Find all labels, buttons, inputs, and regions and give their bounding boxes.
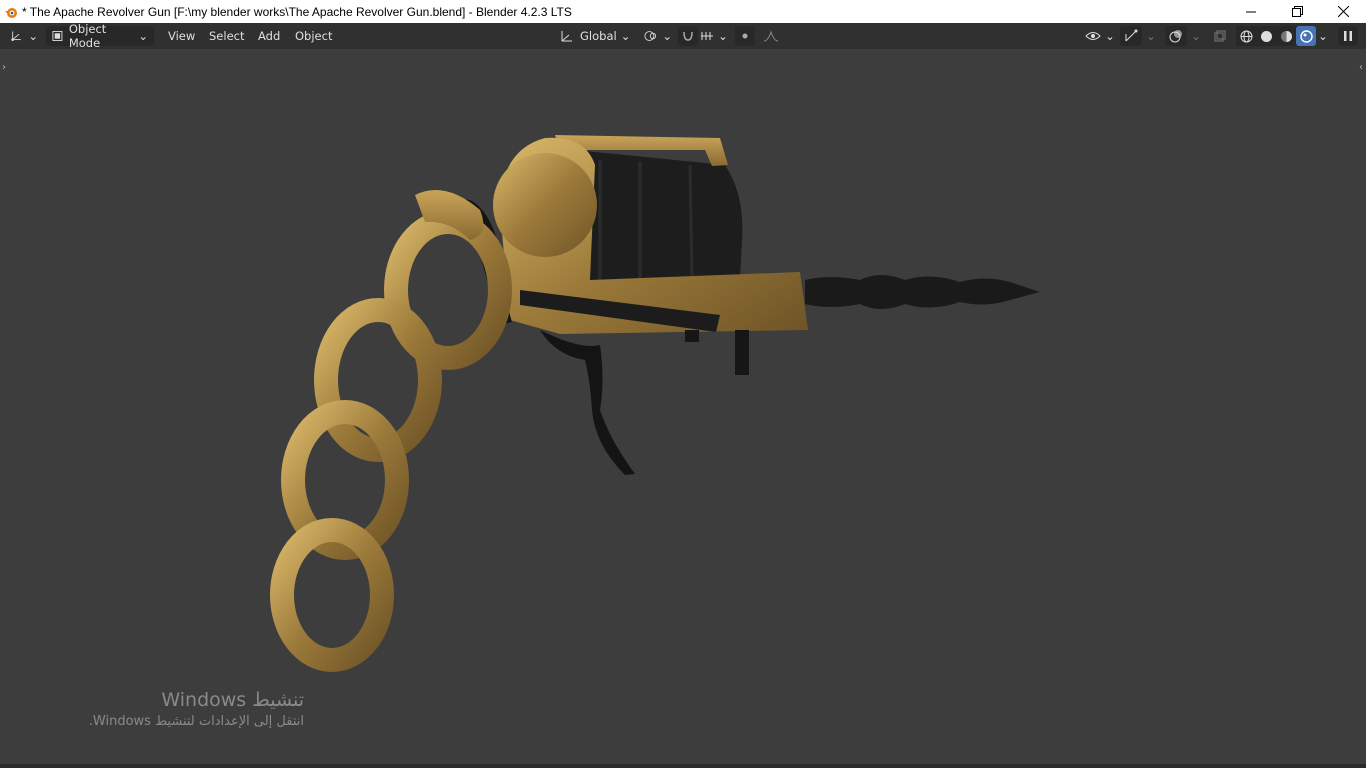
chevron-down-icon: ⌄ bbox=[662, 29, 672, 43]
gizmo-toggle[interactable] bbox=[1120, 26, 1142, 46]
blender-logo-icon bbox=[5, 7, 17, 18]
close-icon bbox=[1337, 6, 1349, 17]
orientation-label: Global bbox=[580, 29, 617, 43]
restore-button[interactable] bbox=[1274, 0, 1320, 23]
revolver-model-render bbox=[270, 135, 1040, 672]
solid-shading-icon bbox=[1260, 30, 1272, 42]
solid-shading-button[interactable] bbox=[1256, 26, 1276, 46]
activation-watermark-title: تنشيط Windows bbox=[161, 689, 304, 711]
activation-watermark-subtitle: انتقل إلى الإعدادات لتنشيط Windows. bbox=[88, 714, 304, 729]
overlay-toggle[interactable] bbox=[1165, 26, 1187, 46]
visibility-dropdown[interactable]: ⌄ bbox=[1085, 26, 1115, 46]
chevron-down-icon: ⌄ bbox=[1191, 29, 1201, 43]
object-mode-icon bbox=[52, 31, 63, 41]
visibility-icon bbox=[1085, 32, 1101, 40]
wireframe-shading-button[interactable] bbox=[1236, 26, 1256, 46]
overlay-icon bbox=[1169, 30, 1182, 43]
overlay-dropdown[interactable]: ⌄ bbox=[1189, 26, 1203, 46]
chevron-down-icon: ⌄ bbox=[1146, 29, 1156, 43]
proportional-editing-toggle[interactable] bbox=[735, 26, 755, 46]
gizmo-icon bbox=[1125, 29, 1138, 42]
viewport-header: ⌄ Object Mode ⌄ View Select Add Object G… bbox=[0, 22, 1366, 50]
gizmo-dropdown[interactable]: ⌄ bbox=[1144, 26, 1158, 46]
rendered-shading-button[interactable] bbox=[1296, 26, 1316, 46]
xray-icon bbox=[1214, 30, 1226, 42]
mode-selector[interactable]: Object Mode ⌄ bbox=[46, 22, 154, 50]
menu-select[interactable]: Select bbox=[202, 26, 251, 46]
pause-icon bbox=[1344, 31, 1352, 41]
rendered-shading-icon bbox=[1299, 29, 1313, 43]
pivot-point-icon bbox=[644, 31, 657, 41]
chevron-down-icon: ⌄ bbox=[620, 29, 631, 43]
falloff-curve-icon bbox=[763, 30, 779, 42]
wireframe-shading-icon bbox=[1240, 30, 1252, 42]
status-bar-edge bbox=[0, 764, 1366, 768]
shading-mode-group bbox=[1236, 26, 1316, 46]
snap-icon bbox=[683, 31, 693, 41]
material-preview-icon bbox=[1280, 30, 1292, 42]
chevron-down-icon: ⌄ bbox=[138, 29, 148, 43]
menu-view[interactable]: View bbox=[161, 26, 202, 46]
toolbar-expand-arrow[interactable]: › bbox=[2, 62, 6, 73]
snap-toggle[interactable] bbox=[678, 26, 698, 46]
orientation-icon bbox=[561, 31, 572, 42]
pivot-point-dropdown[interactable]: ⌄ bbox=[644, 26, 672, 46]
snap-target-dropdown[interactable]: ⌄ bbox=[700, 26, 728, 46]
mode-label: Object Mode bbox=[68, 22, 107, 50]
editor-type-selector[interactable]: ⌄ bbox=[10, 26, 38, 46]
proportional-editing-icon bbox=[742, 33, 748, 39]
3d-viewport-icon bbox=[11, 31, 21, 41]
window-titlebar: * The Apache Revolver Gun [F:\my blender… bbox=[0, 0, 1366, 23]
chevron-down-icon: ⌄ bbox=[1105, 29, 1115, 43]
transform-orientation-dropdown[interactable]: Global ⌄ bbox=[560, 26, 636, 46]
minimize-button[interactable] bbox=[1228, 0, 1274, 23]
menu-object[interactable]: Object bbox=[288, 26, 339, 46]
close-button[interactable] bbox=[1320, 0, 1366, 23]
xray-toggle[interactable] bbox=[1210, 26, 1230, 46]
3d-viewport[interactable]: › ‹ bbox=[0, 49, 1366, 764]
chevron-down-icon: ⌄ bbox=[28, 29, 38, 43]
minimize-icon bbox=[1246, 11, 1256, 12]
chevron-down-icon: ⌄ bbox=[1318, 29, 1328, 43]
material-preview-button[interactable] bbox=[1276, 26, 1296, 46]
falloff-dropdown[interactable] bbox=[757, 26, 785, 46]
sidebar-expand-arrow[interactable]: ‹ bbox=[1359, 62, 1363, 73]
sidebar-toggle[interactable] bbox=[1338, 26, 1358, 46]
shading-dropdown[interactable]: ⌄ bbox=[1316, 26, 1330, 46]
window-title: * The Apache Revolver Gun [F:\my blender… bbox=[22, 4, 572, 19]
snap-increment-icon bbox=[701, 32, 714, 40]
menu-add[interactable]: Add bbox=[251, 26, 287, 46]
restore-icon bbox=[1291, 6, 1303, 17]
chevron-down-icon: ⌄ bbox=[718, 29, 728, 43]
